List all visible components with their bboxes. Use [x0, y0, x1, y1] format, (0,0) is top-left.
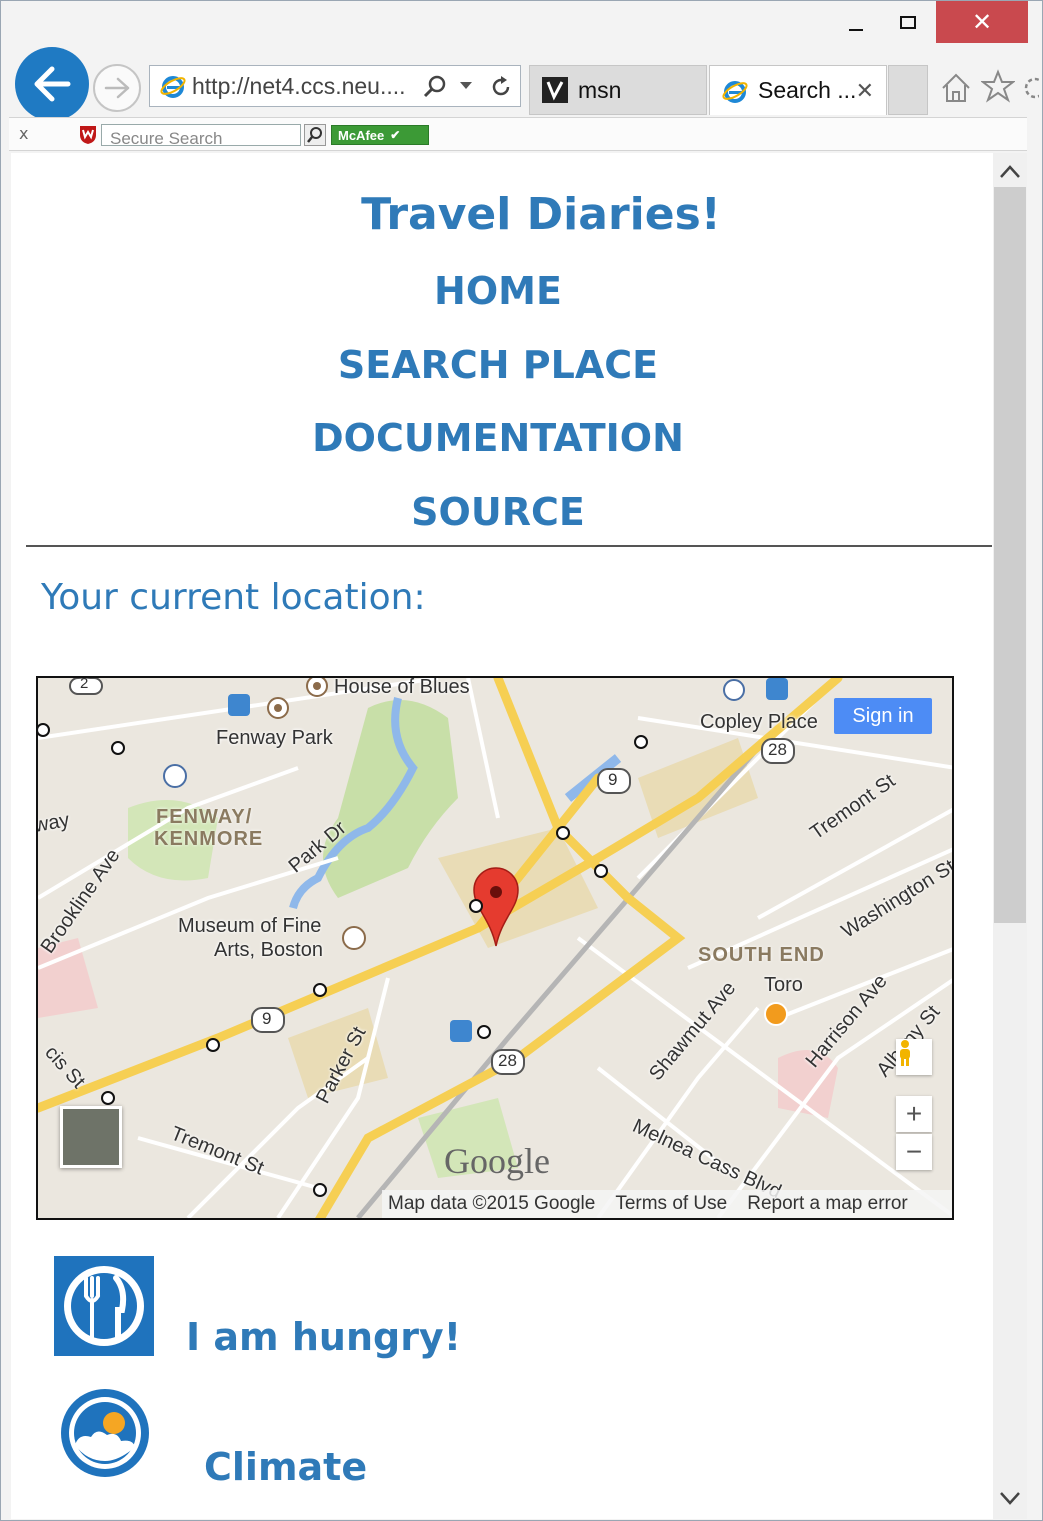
map-label: Arts, Boston: [214, 939, 323, 961]
arrow-left-icon: [34, 66, 71, 102]
chevron-down-icon[interactable]: [458, 80, 474, 92]
tab-label: Search ...: [758, 77, 857, 103]
scrollbar-thumb[interactable]: [994, 187, 1026, 923]
route-shield-label: 28: [498, 1051, 517, 1070]
secure-search-input[interactable]: Secure Search: [101, 124, 301, 146]
map-label: SOUTH END: [698, 944, 825, 966]
route-shield-label: 9: [262, 1009, 272, 1028]
mcafee-shield-icon: [80, 126, 96, 144]
toolbar-close-button[interactable]: x: [19, 124, 28, 143]
map-sign-in-button[interactable]: Sign in: [834, 698, 932, 734]
secure-search-button[interactable]: [304, 124, 326, 146]
map-label: Museum of Fine: [178, 915, 322, 937]
star-icon[interactable]: [981, 69, 1015, 103]
map-attribution: Map data ©2015 Google: [388, 1193, 596, 1214]
zoom-in-button[interactable]: +: [896, 1096, 932, 1132]
scroll-down-icon[interactable]: [999, 1491, 1021, 1507]
google-map[interactable]: House of Blues Fenway Park Copley Place …: [36, 676, 954, 1220]
mcafee-toolbar: x Secure Search McAfee ✔: [9, 117, 1027, 151]
browser-window: ✕ http://net4.ccs.neu.... msn Search ...…: [0, 0, 1043, 1521]
map-footer: Map data ©2015 Google Terms of Use Repor…: [382, 1190, 952, 1218]
hungry-link[interactable]: I am hungry!: [186, 1315, 461, 1359]
home-icon[interactable]: [939, 71, 973, 105]
scroll-up-icon[interactable]: [999, 163, 1021, 179]
route-shield-label: 9: [608, 770, 618, 789]
back-button[interactable]: [15, 47, 89, 121]
site-title: Travel Diaries!: [361, 189, 721, 240]
nav-search-place[interactable]: SEARCH PLACE: [11, 343, 985, 387]
tab-label: msn: [578, 76, 622, 103]
search-icon[interactable]: [422, 74, 448, 100]
climate-link[interactable]: Climate: [204, 1445, 367, 1489]
map-label: House of Blues: [334, 676, 470, 698]
route-shield-label: 2: [80, 676, 89, 692]
search-icon: [307, 127, 322, 143]
mcafee-label: McAfee: [338, 127, 385, 143]
new-tab-button[interactable]: [888, 65, 928, 115]
zoom-out-button[interactable]: −: [896, 1134, 932, 1170]
map-label: FENWAY/: [156, 806, 253, 828]
map-label: KENMORE: [154, 828, 264, 850]
tab-msn[interactable]: msn: [529, 65, 707, 115]
map-label: Copley Place: [700, 711, 818, 733]
satellite-toggle[interactable]: [60, 1106, 122, 1168]
close-tab-icon[interactable]: ✕: [856, 78, 874, 104]
nav-source[interactable]: SOURCE: [11, 490, 985, 534]
gear-icon[interactable]: [1021, 73, 1039, 103]
tab-search[interactable]: Search ... ✕: [709, 65, 887, 115]
vertical-scrollbar[interactable]: [993, 153, 1027, 1519]
report-map-error-link[interactable]: Report a map error: [747, 1193, 908, 1215]
location-heading: Your current location:: [41, 577, 426, 618]
address-url[interactable]: http://net4.ccs.neu....: [192, 73, 414, 100]
minimize-button[interactable]: [833, 1, 879, 43]
sun-cloud-icon[interactable]: [59, 1387, 151, 1479]
terms-of-use-link[interactable]: Terms of Use: [615, 1193, 727, 1215]
page-viewport: Travel Diaries! HOME SEARCH PLACE DOCUME…: [11, 153, 993, 1519]
refresh-icon[interactable]: [488, 74, 514, 100]
maximize-button[interactable]: [883, 1, 933, 43]
msn-icon: [542, 77, 568, 103]
mcafee-button[interactable]: McAfee ✔: [331, 125, 429, 145]
nav-home[interactable]: HOME: [11, 269, 985, 313]
close-window-button[interactable]: ✕: [936, 1, 1028, 43]
nav-documentation[interactable]: DOCUMENTATION: [11, 416, 985, 460]
divider: [26, 545, 992, 547]
arrow-right-icon: [104, 77, 130, 99]
map-label: Fenway Park: [216, 727, 333, 749]
pegman-icon[interactable]: [896, 1039, 932, 1075]
fork-knife-icon[interactable]: [54, 1256, 154, 1356]
google-logo: Google: [444, 1141, 550, 1181]
check-icon: ✔: [390, 128, 401, 142]
address-bar[interactable]: http://net4.ccs.neu....: [149, 65, 521, 107]
route-shield-label: 28: [768, 740, 787, 759]
map-label: Toro: [764, 974, 803, 996]
forward-button[interactable]: [93, 64, 141, 112]
ie-icon: [160, 76, 186, 98]
ie-icon: [722, 80, 748, 103]
